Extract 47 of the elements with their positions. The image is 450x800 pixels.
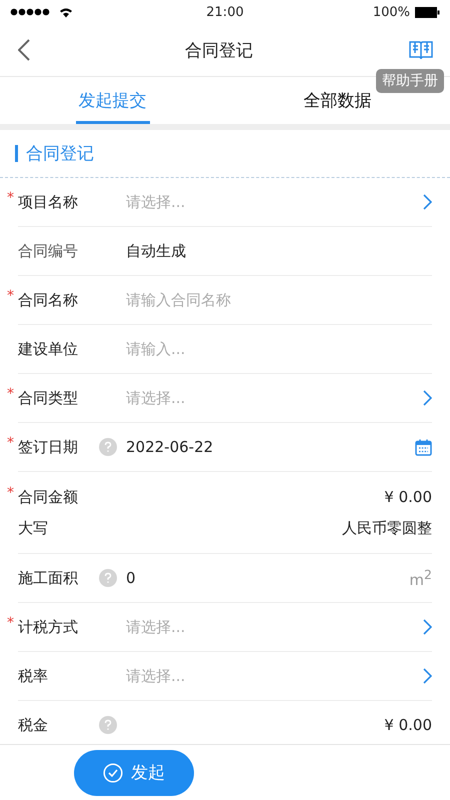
amount-value: ¥ 0.00 <box>384 488 432 506</box>
field-label: 合同编号 <box>18 242 78 260</box>
required-mark: * <box>7 288 14 304</box>
submit-button[interactable]: 发起 <box>74 750 194 796</box>
field-label: 税率 <box>18 667 48 685</box>
field-label: 合同类型 <box>18 389 78 407</box>
battery-icon <box>415 6 440 18</box>
select-field[interactable]: 请选择... <box>126 666 432 686</box>
book-icon <box>408 39 434 61</box>
required-mark: * <box>7 615 14 631</box>
back-icon <box>18 39 30 61</box>
field-label: 计税方式 <box>18 618 78 636</box>
field-label: 大写 <box>18 519 48 538</box>
unit-label: m$^{2}$ <box>409 567 432 589</box>
date-field[interactable]: 2022-06-22 <box>126 438 432 456</box>
chevron-icon <box>423 390 432 406</box>
select-field[interactable]: 请选择... <box>126 388 432 408</box>
required-mark: * <box>7 386 14 402</box>
amount-value: ¥ 0.00 <box>384 716 432 734</box>
section-title: 合同登记 <box>26 143 94 165</box>
required-mark: * <box>7 484 14 500</box>
help-tooltip: 帮助手册 <box>376 69 444 93</box>
chevron-icon <box>423 619 432 635</box>
field-label: 合同金额 <box>18 488 78 506</box>
calendar-icon <box>415 438 432 456</box>
field-value: 自动生成 <box>126 242 186 260</box>
check-circle-icon <box>103 762 123 782</box>
battery-percent: 100% <box>372 4 410 20</box>
wifi-icon <box>59 6 73 18</box>
amount-in-words: 人民币零圆整 <box>342 519 432 538</box>
field-value: 0 <box>126 569 136 587</box>
field-label: 项目名称 <box>18 193 78 211</box>
field-label: 签订日期 <box>18 438 78 456</box>
select-field[interactable]: 请选择... <box>126 192 432 212</box>
field-label: 施工面积 <box>18 569 78 587</box>
field-label: 合同名称 <box>18 291 78 309</box>
status-time: 21:00 <box>206 4 244 20</box>
required-mark: * <box>7 190 14 206</box>
field-label: 建设单位 <box>18 340 78 358</box>
back-button[interactable] <box>16 37 32 63</box>
chevron-icon <box>423 194 432 210</box>
required-mark: * <box>7 435 14 451</box>
field-label: 税金 <box>18 716 48 734</box>
select-field[interactable]: 请选择... <box>126 618 432 636</box>
tab[interactable]: 发起提交 <box>0 77 225 124</box>
page-title: 合同登记 <box>185 40 253 62</box>
chevron-icon <box>423 668 432 684</box>
